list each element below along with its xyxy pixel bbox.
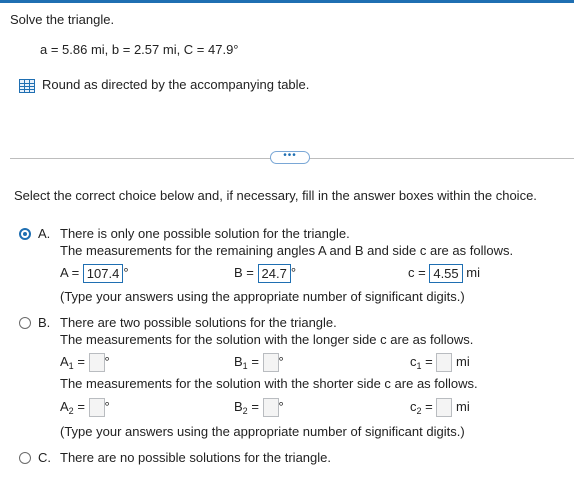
choice-b-note: (Type your answers using the appropriate…: [60, 424, 465, 439]
c2-input[interactable]: [436, 398, 453, 417]
choice-a-angle-b-row: B = 24.7 °: [234, 264, 296, 283]
choice-b-line2: The measurements for the solution with t…: [60, 332, 474, 347]
choice-b-a1-row: A1 = °: [60, 353, 110, 372]
angle-a-label: A =: [60, 264, 80, 280]
a2-input[interactable]: [88, 398, 105, 417]
choice-a-angle-a-row: A = 107.4 °: [60, 264, 129, 283]
choice-a-radio[interactable]: [19, 228, 31, 240]
round-note: Round as directed by the accompanying ta…: [42, 77, 310, 92]
more-button[interactable]: •••: [270, 151, 310, 164]
choice-a-line2: The measurements for the remaining angle…: [60, 243, 514, 258]
choice-b-letter: B.: [38, 315, 51, 330]
c1-input[interactable]: [436, 353, 453, 372]
choice-b-c1-row: c1 = mi: [410, 353, 470, 372]
b2-input[interactable]: [262, 398, 279, 417]
choice-c-line1: There are no possible solutions for the …: [60, 450, 331, 465]
top-accent-bar: [0, 0, 574, 3]
choice-c-letter: C.: [38, 450, 51, 465]
degree-symbol: °: [123, 264, 129, 280]
instruction-text: Select the correct choice below and, if …: [14, 188, 537, 203]
choice-c-radio[interactable]: [19, 452, 31, 464]
degree-symbol: °: [290, 264, 297, 280]
side-c-label: c =: [408, 264, 426, 280]
choice-b-line3: The measurements for the solution with t…: [60, 376, 478, 391]
choice-b-b2-row: B2 = °: [234, 398, 284, 417]
choice-b-a2-row: A2 = °: [60, 398, 110, 417]
choice-b-line1: There are two possible solutions for the…: [60, 315, 337, 330]
choice-b-b1-row: B1 = °: [234, 353, 284, 372]
a1-input[interactable]: [88, 353, 105, 372]
angle-b-input[interactable]: 24.7: [257, 264, 291, 283]
table-icon[interactable]: [19, 79, 35, 93]
choice-a-letter: A.: [38, 226, 51, 241]
choice-a-side-c-row: c = 4.55 mi: [408, 264, 480, 283]
choice-b-radio[interactable]: [19, 317, 31, 329]
unit-mi: mi: [466, 264, 480, 280]
angle-b-label: B =: [234, 264, 254, 280]
angle-a-input[interactable]: 107.4: [82, 264, 124, 283]
question-prompt: Solve the triangle.: [10, 12, 115, 27]
choice-a-line1: There is only one possible solution for …: [60, 226, 350, 241]
b1-input[interactable]: [262, 353, 279, 372]
choice-b-c2-row: c2 = mi: [410, 398, 470, 417]
side-c-input[interactable]: 4.55: [429, 264, 463, 283]
given-values: a = 5.86 mi, b = 2.57 mi, C = 47.9°: [40, 42, 239, 57]
choice-a-note: (Type your answers using the appropriate…: [60, 289, 465, 304]
